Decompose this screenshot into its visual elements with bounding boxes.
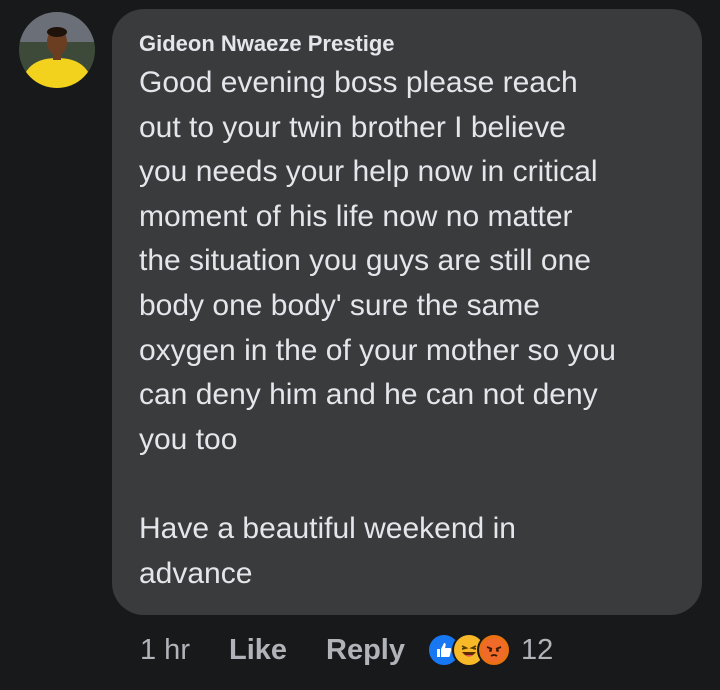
profile-photo (19, 12, 95, 88)
comment-author[interactable]: Gideon Nwaeze Prestige (139, 29, 676, 59)
comment: Gideon Nwaeze Prestige Good evening boss… (0, 0, 720, 690)
comment-line: can deny him and he can not deny (139, 378, 598, 412)
comment-line: oxygen in the of your mother so you (139, 333, 616, 367)
avatar[interactable] (19, 12, 95, 88)
reply-button[interactable]: Reply (326, 634, 405, 667)
comment-text: Good evening boss please reach out to yo… (139, 61, 676, 596)
comment-line: you needs your help now in critical (139, 155, 598, 189)
comment-bubble: Gideon Nwaeze Prestige Good evening boss… (112, 9, 702, 615)
reaction-count[interactable]: 12 (521, 634, 553, 667)
comment-line: you too (139, 422, 238, 456)
comment-line: Good evening boss please reach (139, 66, 578, 99)
reactions-summary[interactable] (427, 633, 511, 667)
comment-line: the situation you guys are still one (139, 244, 591, 278)
timestamp[interactable]: 1 hr (140, 634, 190, 667)
like-button[interactable]: Like (229, 634, 287, 667)
comment-line: Have a beautiful weekend in (139, 511, 516, 545)
comment-line: advance (139, 556, 253, 590)
comment-line: body one body' sure the same (139, 288, 540, 322)
comment-actions: 1 hr Like Reply 12 (140, 628, 553, 672)
angry-icon (477, 633, 511, 667)
comment-line: moment of his life now no matter (139, 199, 573, 233)
comment-line: out to your twin brother I believe (139, 110, 566, 144)
